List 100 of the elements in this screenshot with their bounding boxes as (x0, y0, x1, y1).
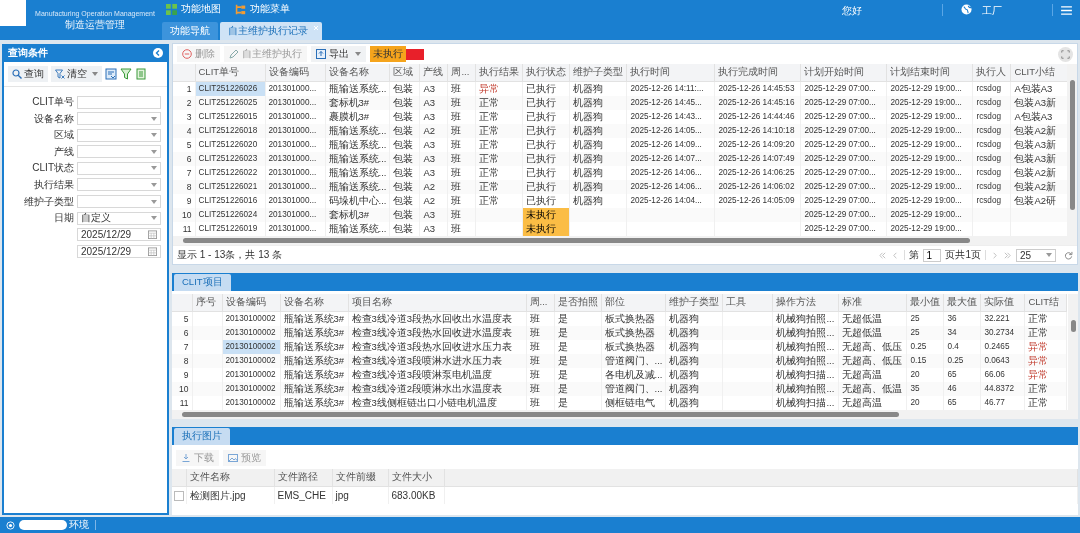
column-header[interactable]: 周... (526, 294, 554, 312)
section-tab[interactable]: 执行图片 (174, 428, 230, 445)
date-field[interactable]: 2025/12/29 (77, 244, 161, 258)
field-label: 区域 (53, 128, 75, 143)
text-field[interactable] (77, 95, 161, 109)
horizontal-scrollbar[interactable] (172, 410, 1068, 419)
column-header[interactable]: 最大值 (943, 294, 981, 312)
close-icon[interactable] (313, 25, 319, 31)
table-cell: A3 (419, 208, 448, 222)
page-tab[interactable]: 自主维护执行记录 (220, 22, 322, 40)
table-cell: 瓶输送系统3# (280, 382, 348, 396)
tree-icon[interactable] (235, 3, 246, 15)
page-size-select[interactable]: 25 (1016, 248, 1056, 262)
table-cell: 包装 (389, 208, 420, 222)
nav-link[interactable]: 功能菜单 (250, 2, 290, 16)
column-header[interactable]: 是否拍照 (554, 294, 601, 312)
globe-icon[interactable] (961, 4, 972, 15)
table-cell: 30.2734 (980, 326, 1025, 340)
nav-link[interactable]: 功能地图 (181, 2, 221, 16)
column-header[interactable]: 最小值 (906, 294, 944, 312)
column-header[interactable]: 周... (447, 64, 476, 82)
dropdown-field[interactable] (77, 145, 161, 159)
column-header[interactable]: 产线 (419, 64, 448, 82)
column-header[interactable]: 实际值 (980, 294, 1025, 312)
caret-icon (1046, 253, 1052, 257)
section-tab[interactable]: CLIT项目 (174, 274, 231, 291)
column-header[interactable]: 工具 (722, 294, 773, 312)
horizontal-scrollbar[interactable] (173, 236, 1067, 245)
column-header[interactable]: 操作方法 (772, 294, 839, 312)
grid-icon[interactable] (166, 3, 177, 15)
table-cell: 2025-12-29 19:00... (886, 180, 973, 194)
vertical-scrollbar[interactable] (1068, 294, 1078, 419)
status-cell: 未执行 (523, 222, 569, 236)
column-header[interactable]: 执行状态 (522, 64, 570, 82)
next-page-icon[interactable] (990, 250, 999, 260)
column-header[interactable]: 维护子类型 (665, 294, 723, 312)
table-cell: 板式换热器 (601, 326, 666, 340)
refresh-icon[interactable] (1064, 250, 1073, 260)
table-cell: 检测图片.jpg (186, 486, 274, 504)
row-number: 4 (173, 124, 195, 138)
row-checkbox[interactable] (174, 491, 184, 501)
caret-icon (151, 116, 157, 121)
column-header[interactable]: 文件名称 (186, 469, 274, 487)
page-number-field[interactable]: 1 (923, 248, 942, 262)
collapse-icon[interactable] (153, 48, 163, 58)
fullscreen-icon[interactable] (1058, 46, 1073, 62)
table-cell: 包装A3新 (1010, 152, 1067, 166)
column-header[interactable]: 执行完成时间 (714, 64, 801, 82)
first-page-icon[interactable] (878, 250, 888, 260)
status-cell: 未执行 (523, 208, 569, 222)
dropdown-field[interactable] (77, 161, 161, 175)
column-header[interactable]: 标准 (838, 294, 907, 312)
date-field[interactable]: 2025/12/29 (77, 228, 161, 242)
column-header[interactable]: 计划结束时间 (886, 64, 973, 82)
caret-icon (151, 216, 157, 221)
table-cell: 检查3线冷道3段热水回收进水温度表 (348, 326, 526, 340)
search-button[interactable]: 查询 (8, 66, 48, 82)
column-header[interactable]: 执行人 (972, 64, 1011, 82)
column-header[interactable]: 执行结果 (475, 64, 523, 82)
table-cell: 正常 (475, 96, 523, 110)
column-header[interactable]: 设备名称 (280, 294, 348, 312)
document-icon[interactable] (105, 68, 117, 80)
column-header[interactable]: 项目名称 (348, 294, 526, 312)
menu-icon[interactable] (1061, 6, 1072, 15)
column-header[interactable]: CLIT单号 (195, 64, 265, 82)
column-header[interactable]: 文件大小 (388, 469, 444, 487)
dropdown-field[interactable] (77, 112, 161, 126)
vertical-scrollbar[interactable] (1067, 64, 1077, 245)
dropdown-field[interactable] (77, 178, 161, 192)
column-header[interactable]: CLIT结 (1024, 294, 1067, 312)
column-header[interactable]: 计划开始时间 (800, 64, 887, 82)
column-header[interactable]: 设备编码 (265, 64, 325, 82)
column-header[interactable]: 维护子类型 (569, 64, 627, 82)
column-header[interactable]: 序号 (192, 294, 222, 312)
sheet-icon[interactable] (135, 68, 147, 80)
table-cell: 瓶输送系统... (325, 152, 390, 166)
table-cell: rcsdog (972, 152, 1011, 166)
column-header[interactable]: 文件路径 (274, 469, 332, 487)
dropdown-field[interactable]: 自定义 (77, 211, 161, 225)
column-header[interactable]: 区域 (389, 64, 420, 82)
row-number: 8 (172, 354, 192, 368)
dropdown-field[interactable] (77, 128, 161, 142)
clear-button[interactable]: 清空 (51, 66, 102, 82)
funnel-icon[interactable] (120, 68, 132, 80)
target-icon[interactable] (6, 520, 15, 530)
factory-label[interactable]: 工厂 (982, 4, 1002, 40)
dropdown-field[interactable] (77, 195, 161, 209)
column-header[interactable]: 文件前缀 (332, 469, 388, 487)
redaction-mark (19, 520, 67, 530)
panel-title: 查询条件 (8, 46, 48, 60)
last-page-icon[interactable] (1003, 250, 1012, 260)
column-header[interactable]: 部位 (601, 294, 666, 312)
table-cell: 包装A2新 (1010, 124, 1067, 138)
table-cell: 25 (906, 326, 944, 340)
column-header[interactable]: 执行时间 (626, 64, 715, 82)
column-header[interactable]: 设备名称 (325, 64, 390, 82)
column-header[interactable]: 设备编码 (222, 294, 280, 312)
export-button[interactable]: 导出 (311, 46, 366, 62)
table-cell: 包装A3新 (1010, 96, 1067, 110)
column-header[interactable]: CLIT小结 (1010, 64, 1067, 82)
